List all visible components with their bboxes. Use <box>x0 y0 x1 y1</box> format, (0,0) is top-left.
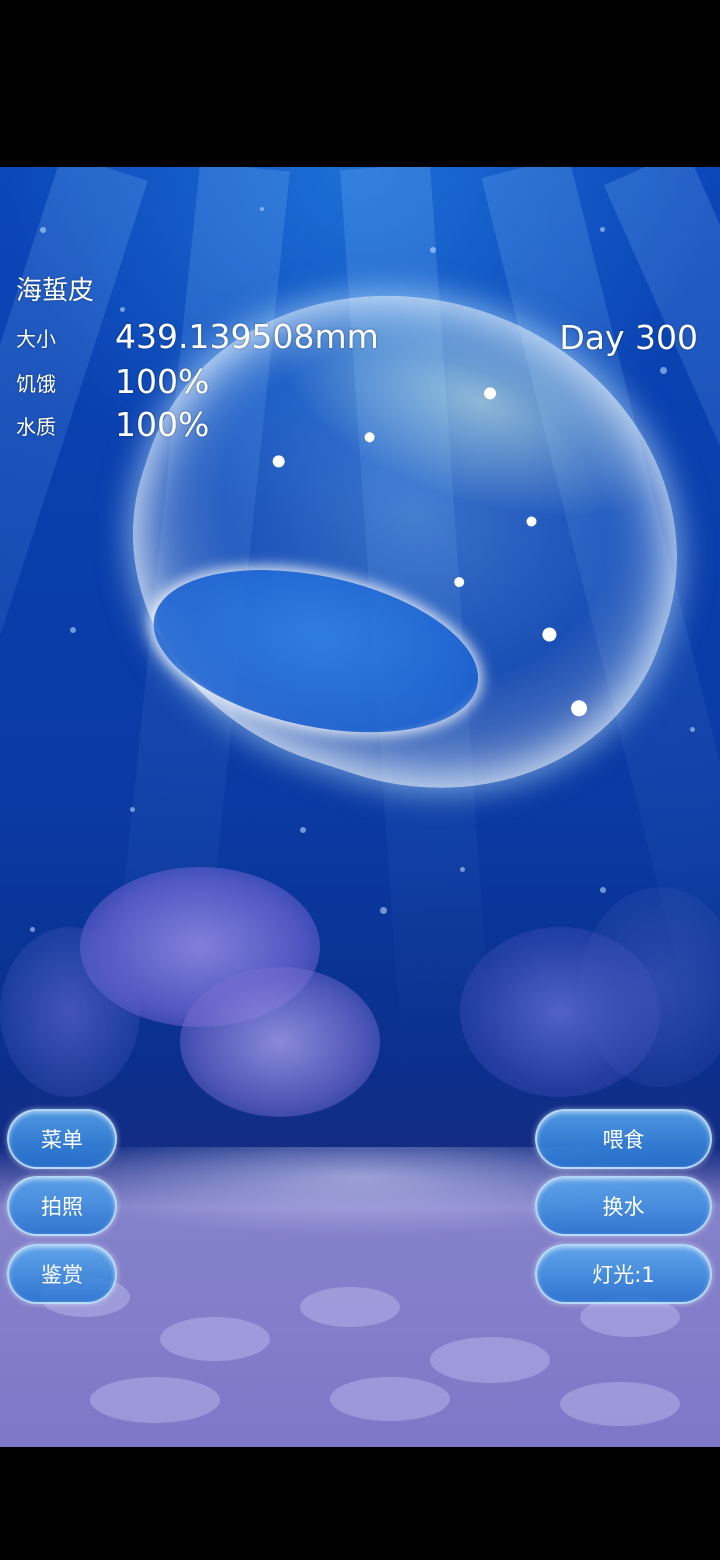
coral <box>0 927 140 1097</box>
size-label: 大小 <box>16 327 56 351</box>
pebble <box>160 1317 270 1361</box>
menu-button[interactable]: 菜单 <box>7 1109 117 1169</box>
water-quality-value: 100% <box>115 405 210 444</box>
day-counter: Day 300 <box>559 318 698 357</box>
particle <box>380 907 387 914</box>
hunger-value: 100% <box>115 362 210 401</box>
pebble <box>300 1287 400 1327</box>
pebble <box>90 1377 220 1423</box>
coral <box>180 967 380 1117</box>
water-quality-label: 水质 <box>16 415 56 439</box>
particle <box>430 247 436 253</box>
species-name: 海蜇皮 <box>16 276 95 306</box>
particle <box>40 227 46 233</box>
appreciate-button[interactable]: 鉴赏 <box>7 1244 117 1304</box>
particle <box>600 227 605 232</box>
feed-button[interactable]: 喂食 <box>535 1109 712 1169</box>
change-water-button[interactable]: 换水 <box>535 1176 712 1236</box>
pebble <box>560 1382 680 1426</box>
particle <box>600 887 606 893</box>
photo-button[interactable]: 拍照 <box>7 1176 117 1236</box>
particle <box>30 927 35 932</box>
pebble <box>430 1337 550 1383</box>
bottom-black-bar <box>0 1447 720 1560</box>
top-black-bar <box>0 0 720 167</box>
particle <box>70 627 76 633</box>
particle <box>260 207 264 211</box>
size-value: 439.139508mm <box>115 317 379 356</box>
particle <box>130 807 135 812</box>
light-button[interactable]: 灯光:1 <box>535 1244 712 1304</box>
particle <box>120 307 125 312</box>
particle <box>690 727 695 732</box>
hunger-label: 饥饿 <box>16 372 56 396</box>
particle <box>460 867 465 872</box>
particle <box>300 827 306 833</box>
pebble <box>330 1377 450 1421</box>
